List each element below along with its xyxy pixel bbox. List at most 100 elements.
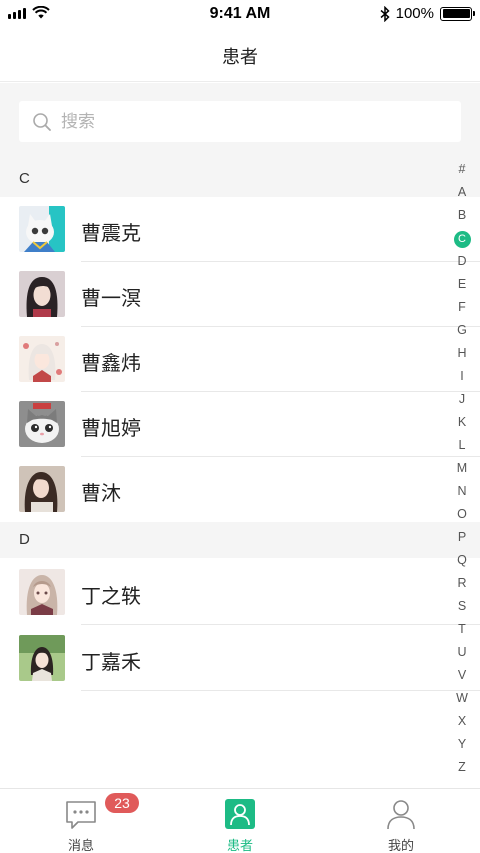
index-letter[interactable]: X — [450, 710, 474, 733]
index-letter-text: K — [457, 415, 467, 429]
index-letter[interactable]: Z — [450, 756, 474, 779]
tab-profile[interactable]: 我的 — [341, 789, 461, 853]
contact-row[interactable]: 曹一溟 — [0, 262, 480, 327]
index-letter-text: P — [457, 530, 467, 544]
index-letter[interactable]: T — [450, 618, 474, 641]
index-letter-text: W — [456, 691, 468, 705]
tab-label: 消息 — [67, 838, 94, 853]
index-letter-text: H — [457, 346, 467, 360]
index-letter-text: D — [457, 254, 467, 268]
index-letter-text: # — [458, 162, 466, 176]
row-divider — [81, 624, 480, 625]
contact-row[interactable]: 曹震克 — [0, 197, 480, 262]
index-letter-text: Q — [457, 553, 467, 567]
tab-label: 患者 — [226, 838, 253, 853]
index-letter[interactable]: G — [450, 319, 474, 342]
contact-name: 曹震克 — [81, 223, 141, 245]
anime-girl-avatar — [19, 336, 65, 382]
index-letter[interactable]: L — [450, 434, 474, 457]
index-letter[interactable]: S — [450, 595, 474, 618]
index-letter[interactable]: F — [450, 296, 474, 319]
index-letter-text: E — [457, 277, 467, 291]
index-letter-text: O — [457, 507, 467, 521]
index-letter[interactable]: Q — [450, 549, 474, 572]
girl-portrait-avatar — [19, 466, 65, 512]
index-letter-text: Z — [458, 760, 466, 774]
index-letter[interactable]: E — [450, 273, 474, 296]
message-icon — [66, 801, 96, 829]
tab-patients[interactable]: 患者 — [180, 789, 300, 853]
section-letter: C — [19, 170, 30, 187]
girl-portrait-avatar — [19, 271, 65, 317]
index-letter[interactable]: M — [450, 457, 474, 480]
index-letter[interactable]: V — [450, 664, 474, 687]
index-letter[interactable]: H — [450, 342, 474, 365]
index-letter[interactable]: K — [450, 411, 474, 434]
search-icon — [33, 112, 51, 131]
patient-icon — [225, 799, 255, 829]
contact-name: 曹鑫炜 — [81, 353, 141, 375]
index-letter[interactable]: I — [450, 365, 474, 388]
index-letter-text: S — [457, 599, 467, 613]
tab-label: 我的 — [387, 838, 414, 853]
contact-row[interactable]: 曹旭婷 — [0, 392, 480, 457]
index-letter-text: U — [457, 645, 467, 659]
nav-bar: 患者 — [0, 28, 480, 82]
index-letter[interactable]: P — [450, 526, 474, 549]
contact-name: 丁之轶 — [81, 586, 141, 608]
contact-name: 曹一溟 — [81, 288, 141, 310]
index-letter[interactable]: D — [450, 250, 474, 273]
row-divider — [81, 690, 480, 691]
contact-name: 曹沐 — [81, 483, 121, 505]
index-letter[interactable]: J — [450, 388, 474, 411]
index-letter-text: N — [457, 484, 467, 498]
search-input[interactable] — [61, 111, 441, 132]
contact-row[interactable]: 丁之轶 — [0, 560, 480, 625]
index-letter-text: T — [458, 622, 466, 636]
status-bar: 9:41 AM 100% — [0, 0, 480, 28]
index-letter-text: V — [457, 668, 467, 682]
battery-percentage: 100% — [395, 5, 434, 22]
contact-row[interactable]: 丁嘉禾 — [0, 626, 480, 691]
index-letter-text: F — [458, 300, 466, 314]
index-letter-text: G — [457, 323, 467, 337]
contact-row[interactable]: 曹沐 — [0, 457, 480, 522]
index-letter-text: I — [460, 369, 464, 383]
index-letter-text: B — [457, 208, 467, 222]
index-letter-text: R — [457, 576, 467, 590]
index-letter[interactable]: R — [450, 572, 474, 595]
battery-icon — [440, 6, 475, 21]
bluetooth-icon — [380, 5, 390, 22]
contact-row[interactable]: 曹鑫炜 — [0, 327, 480, 392]
index-letter-text: L — [458, 438, 466, 452]
alphabet-index[interactable]: # A B C D E F G H I J K L M N O P Q R S T U V W X Y Z — [450, 158, 474, 779]
index-letter-text: C — [453, 231, 471, 248]
section-header-c: C — [0, 161, 480, 197]
index-letter[interactable]: # — [450, 158, 474, 181]
tab-messages[interactable]: 23 消息 — [21, 789, 141, 853]
index-letter[interactable]: A — [450, 181, 474, 204]
index-letter[interactable]: Y — [450, 733, 474, 756]
tab-bar: 23 消息 患者 我的 — [0, 788, 480, 853]
contact-name: 丁嘉禾 — [81, 652, 141, 674]
search-area — [0, 83, 480, 161]
index-letter-text: Y — [457, 737, 467, 751]
index-letter[interactable]: B — [450, 204, 474, 227]
cat-avatar — [19, 401, 65, 447]
section-letter: D — [19, 531, 30, 548]
index-letter[interactable]: W — [450, 687, 474, 710]
index-letter[interactable]: N — [450, 480, 474, 503]
profile-icon — [387, 800, 415, 830]
cat-avatar — [19, 206, 65, 252]
index-letter[interactable]: C — [450, 227, 474, 250]
index-letter-text: X — [457, 714, 467, 728]
index-letter[interactable]: U — [450, 641, 474, 664]
search-box[interactable] — [19, 101, 461, 142]
page-title: 患者 — [222, 47, 258, 67]
index-letter-text: A — [457, 185, 467, 199]
anime-girl-avatar — [19, 635, 65, 681]
anime-girl-avatar — [19, 569, 65, 615]
contact-name: 曹旭婷 — [81, 418, 141, 440]
index-letter[interactable]: O — [450, 503, 474, 526]
index-letter-text: M — [456, 461, 468, 475]
